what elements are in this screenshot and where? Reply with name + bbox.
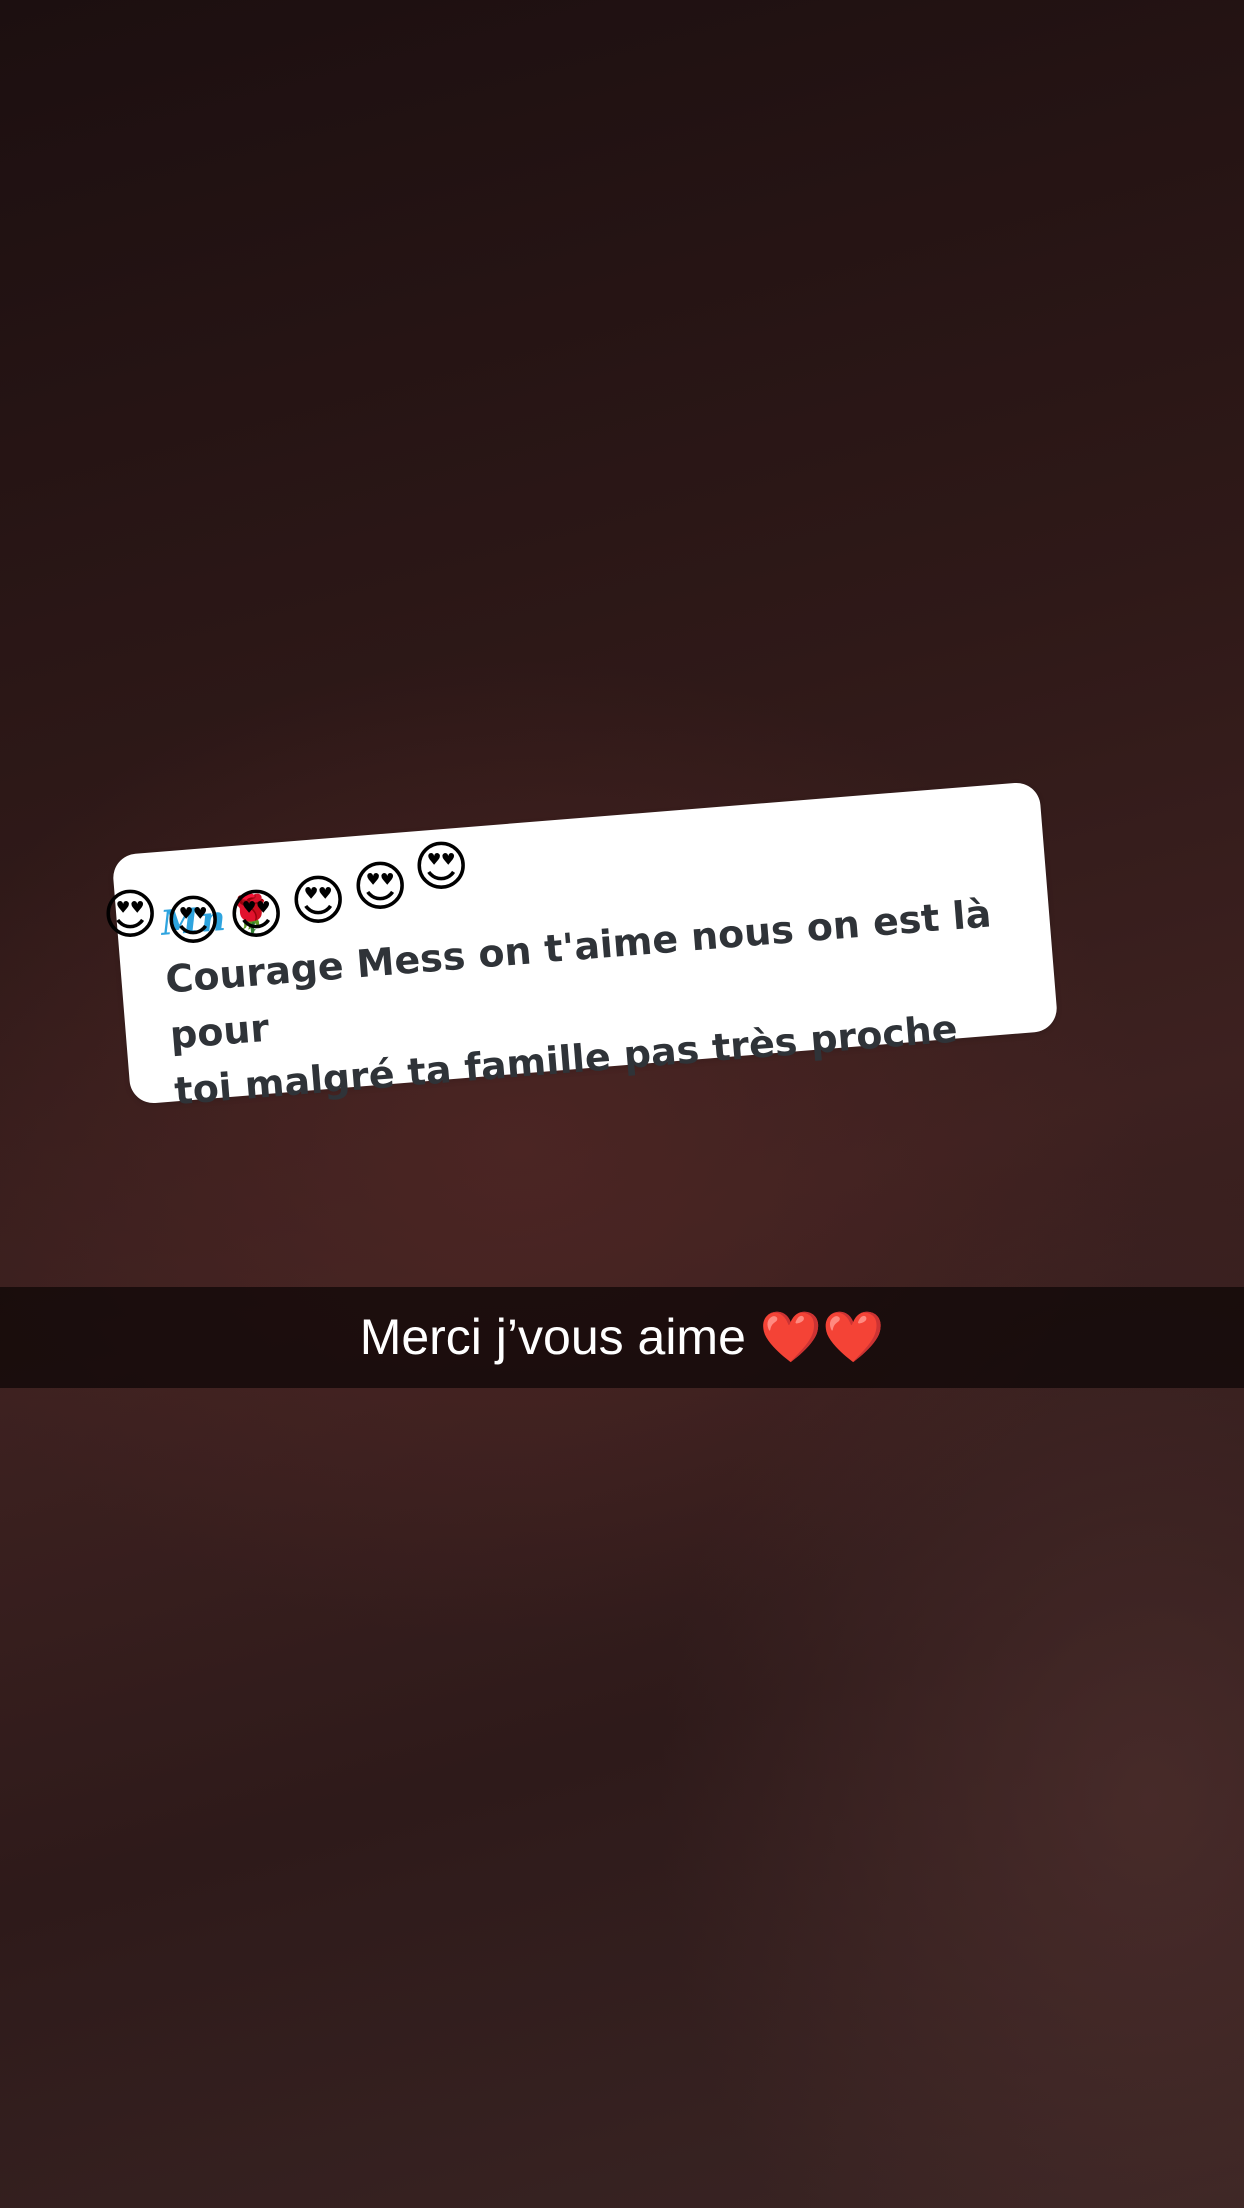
- heart-eyes-emoji-icon: 😍: [413, 835, 470, 898]
- caption-text: Merci j’vous aime ❤️❤️: [359, 1309, 885, 1365]
- heart-eyes-emoji-icon: 😍: [165, 889, 222, 952]
- heart-eyes-emoji-icon: 😍: [290, 869, 347, 932]
- heart-eyes-emoji-icon: 😍: [102, 883, 159, 946]
- heart-eyes-emoji-row: 😍 😍 😍 😍 😍 😍: [100, 838, 500, 958]
- heart-eyes-emoji-icon: 😍: [228, 883, 285, 946]
- caption-bar[interactable]: Merci j’vous aime ❤️❤️: [0, 1287, 1244, 1388]
- heart-eyes-emoji-icon: 😍: [352, 855, 409, 918]
